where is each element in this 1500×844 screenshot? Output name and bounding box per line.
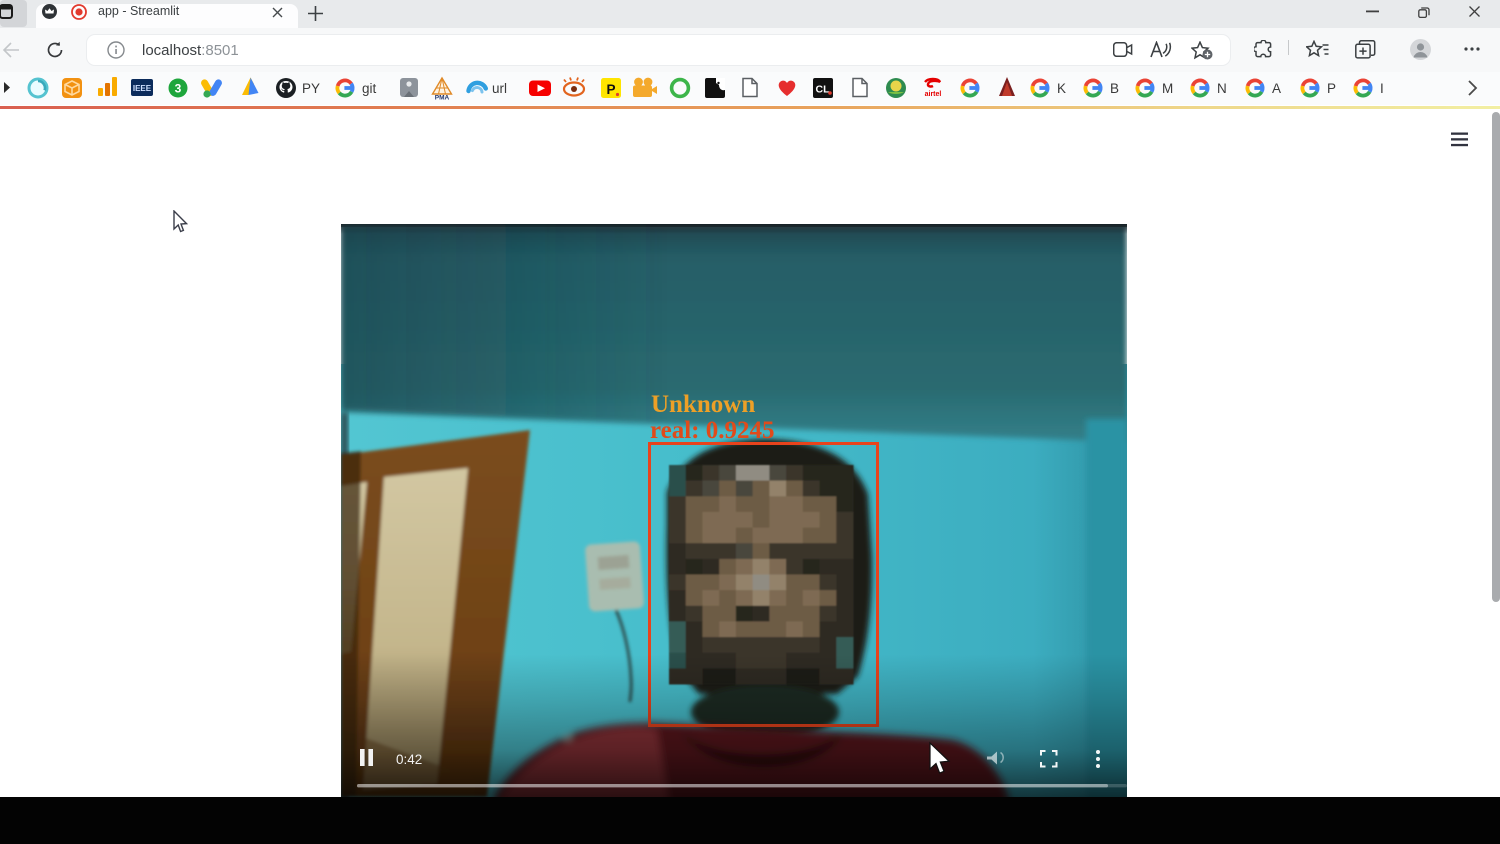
svg-text:url: url xyxy=(492,81,507,96)
svg-text:B: B xyxy=(1110,81,1119,96)
svg-text:Unknown: Unknown xyxy=(651,391,755,418)
svg-text:I: I xyxy=(1380,81,1384,96)
svg-text:CL: CL xyxy=(816,84,831,96)
svg-text:PMA: PMA xyxy=(435,95,450,102)
svg-text:PY: PY xyxy=(302,81,320,96)
svg-text:git: git xyxy=(362,81,377,96)
svg-text:M: M xyxy=(1162,81,1173,96)
svg-text:3: 3 xyxy=(175,82,182,96)
svg-text:IEEE: IEEE xyxy=(133,84,152,93)
svg-text:airtel: airtel xyxy=(925,91,942,98)
svg-text:N: N xyxy=(1217,81,1227,96)
svg-text:P: P xyxy=(606,82,615,97)
svg-text:K: K xyxy=(1057,81,1066,96)
svg-text:real: 0.9245: real: 0.9245 xyxy=(650,417,775,444)
svg-text:P: P xyxy=(1327,81,1336,96)
svg-text:0:42: 0:42 xyxy=(396,752,422,767)
svg-text:A: A xyxy=(1272,81,1281,96)
